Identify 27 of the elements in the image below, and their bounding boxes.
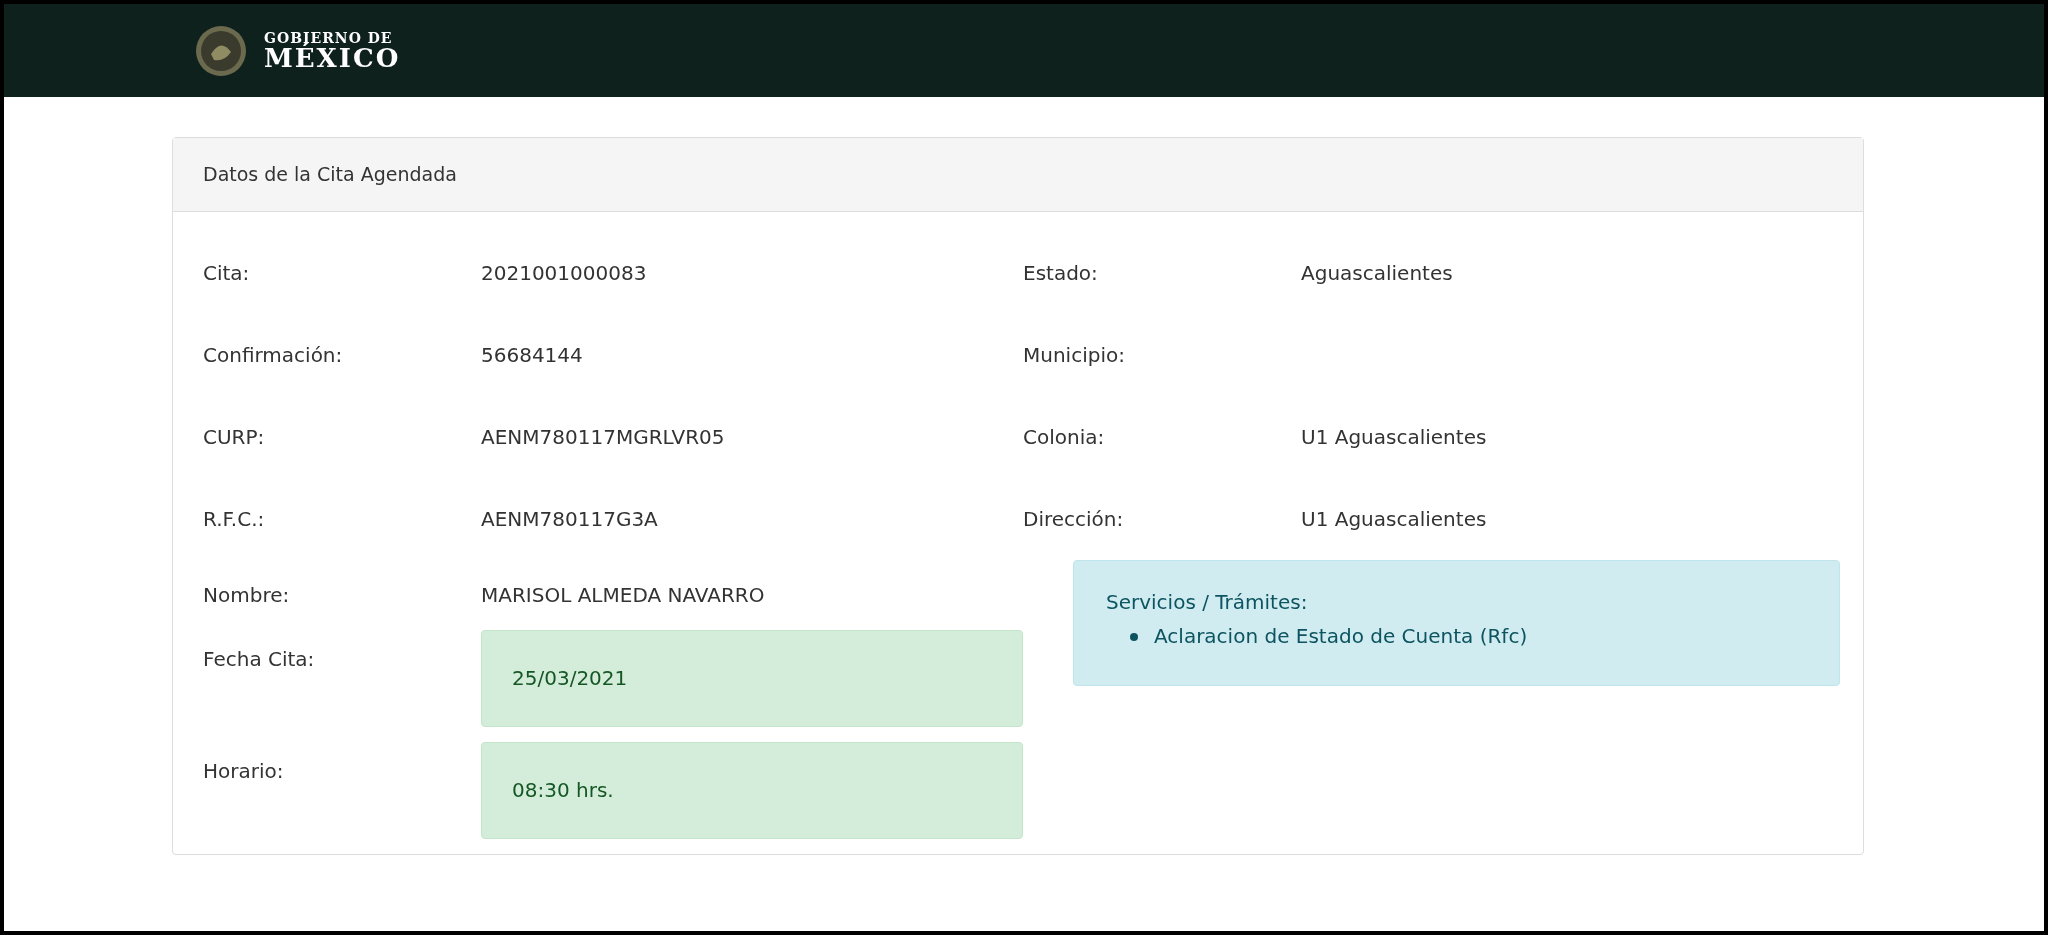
card-header: Datos de la Cita Agendada [173,138,1863,212]
field-label: Dirección: [1023,506,1124,531]
service-item: Aclaracion de Estado de Cuenta (Rfc) [1154,623,1528,648]
field-label: Cita: [203,260,250,285]
field-label: Nombre: [203,582,290,607]
field-label: R.F.C.: [203,506,265,531]
field-label: Confirmación: [203,342,343,367]
field-label: CURP: [203,424,265,449]
field-label: Estado: [1023,260,1098,285]
field-value: MARISOL ALMEDA NAVARRO [481,581,765,609]
field-value: Aguascalientes [1301,259,1453,287]
logo-text: MÉXICO [264,44,401,71]
field-label: Horario: [203,758,284,783]
field-value: U1 Aguascalientes [1301,505,1487,533]
date-highlight: 08:30 hrs. [481,741,1023,839]
coat-of-arms-icon [194,23,248,78]
field-value: AENM780117MGRLVR05 [481,423,725,451]
field-label: Fecha Cita: [203,646,315,671]
field-value: AENM780117G3A [481,505,658,533]
field-label: Municipio: [1023,342,1125,367]
services-title: Servicios / Trámites: [1106,588,1309,616]
field-value: 56684144 [481,341,583,369]
field-value: U1 Aguascalientes [1301,423,1487,451]
field-value: 2021001000083 [481,259,647,287]
field-label: Colonia: [1023,424,1105,449]
date-highlight: 25/03/2021 [481,629,1023,727]
bullet-icon [1130,633,1138,641]
